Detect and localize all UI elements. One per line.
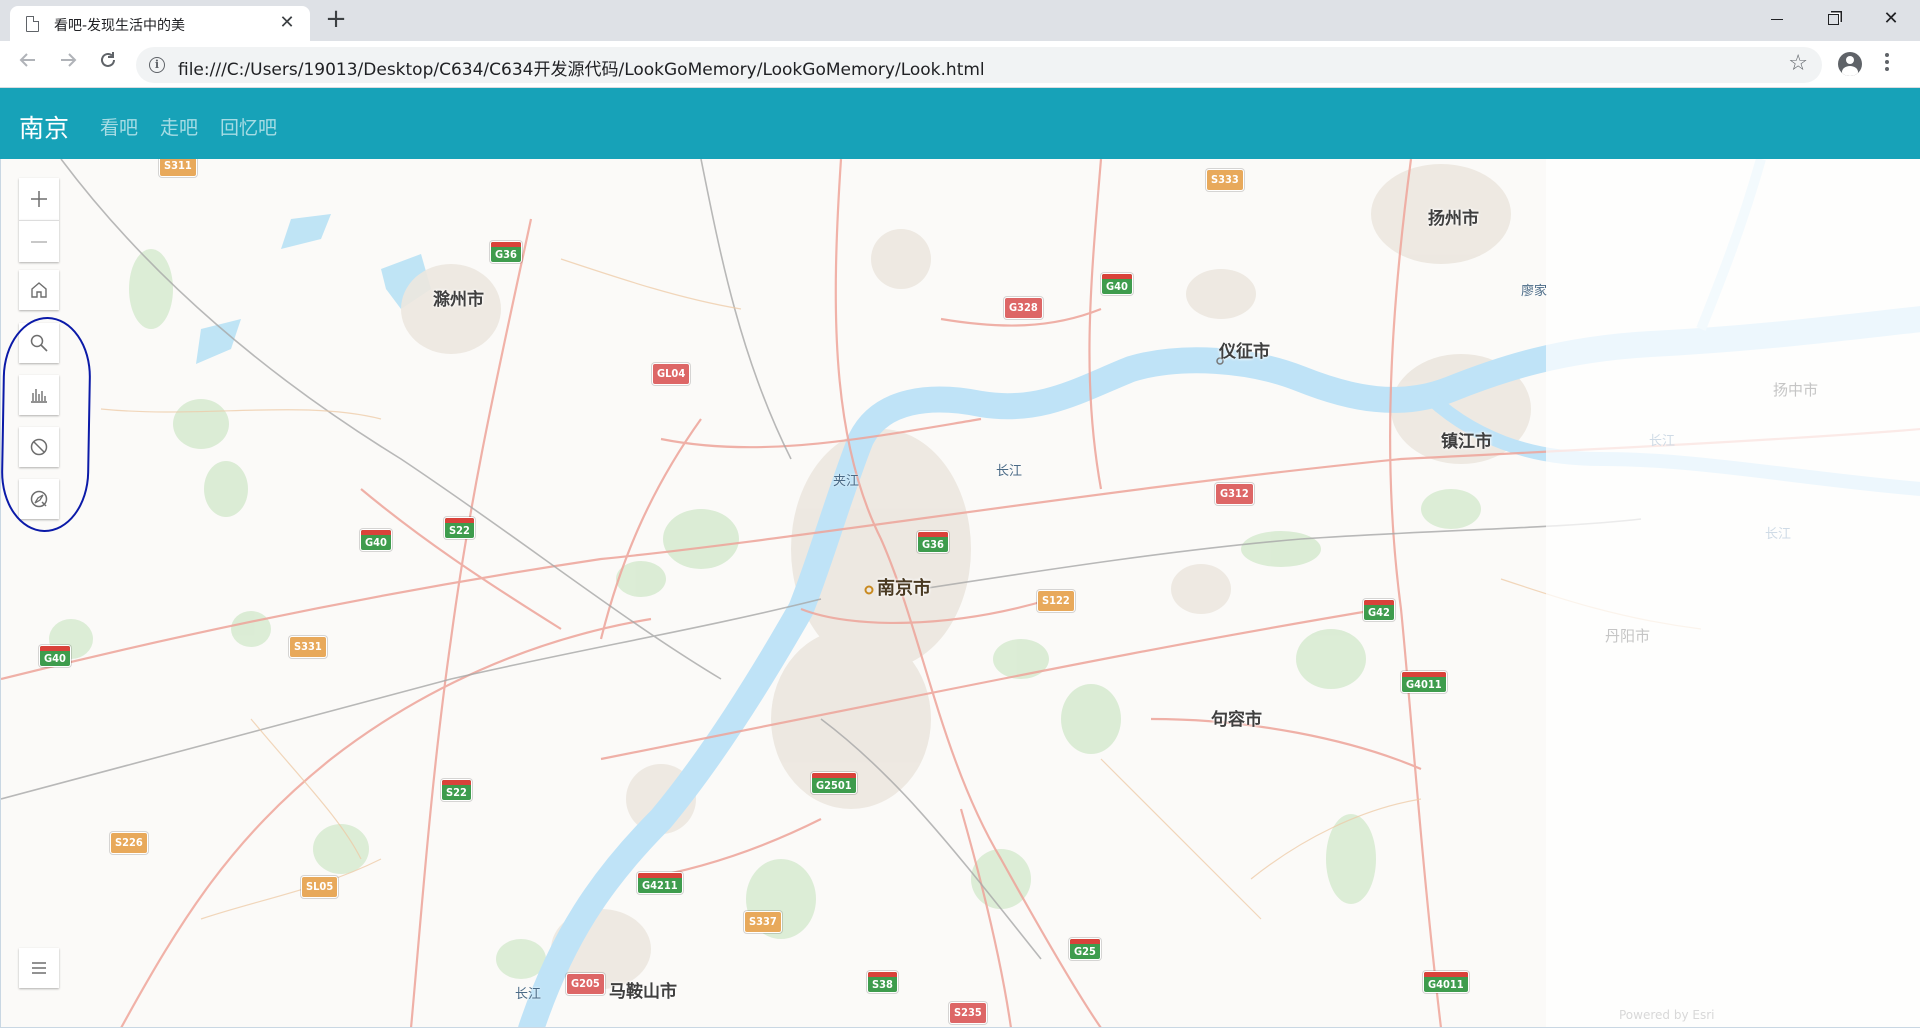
river-label-changjiang: 长江 <box>996 464 1023 479</box>
list-icon <box>32 962 46 974</box>
map-fade-overlay <box>1546 159 1920 1027</box>
home-button[interactable] <box>19 270 59 310</box>
minimize-icon <box>1771 18 1783 20</box>
new-tab-button[interactable]: + <box>322 6 350 34</box>
tab-title: 看吧-发现生活中的美 <box>54 18 186 34</box>
zoom-in-button[interactable] <box>19 178 59 220</box>
highway-shield: GL04 <box>652 363 691 385</box>
highlight-annotation <box>0 316 92 533</box>
highway-shield: G312 <box>1215 483 1254 505</box>
highway-shield: S38 <box>867 971 898 993</box>
highway-shield: G4011 <box>1423 971 1469 993</box>
city-label-chuzhou: 滁州市 <box>433 290 484 310</box>
highway-shield: S311 <box>159 159 197 177</box>
river-label-changjiang: 长江 <box>1649 434 1676 449</box>
highway-shield: S235 <box>949 1002 987 1024</box>
address-bar[interactable]: i file:///C:/Users/19013/Desktop/C634/C6… <box>136 47 1822 83</box>
city-label-yizheng: 仪征市 <box>1219 342 1270 362</box>
highway-shield: S331 <box>289 636 327 658</box>
highway-shield: G42 <box>1363 599 1395 621</box>
highway-shield: S333 <box>1206 169 1244 191</box>
highway-shield: G328 <box>1004 297 1043 319</box>
city-label-danyang: 丹阳市 <box>1605 627 1651 645</box>
highway-shield: G40 <box>39 645 71 667</box>
home-icon <box>31 282 47 298</box>
tab-close-icon[interactable]: ✕ <box>276 12 298 34</box>
layer-list-button[interactable] <box>19 948 59 988</box>
app-header: 南京 看吧 走吧 回忆吧 <box>0 88 1920 159</box>
river-label-changjiang: 长江 <box>515 987 542 1002</box>
highway-shield: G205 <box>566 973 605 995</box>
reload-button[interactable] <box>92 49 124 81</box>
city-label-jurong: 句容市 <box>1211 710 1262 730</box>
bookmark-star-icon[interactable]: ☆ <box>1788 51 1808 76</box>
highway-shield: G25 <box>1069 938 1101 960</box>
city-label-zhenjiang: 镇江市 <box>1441 432 1492 452</box>
info-icon[interactable]: i <box>149 57 165 73</box>
zoom-out-button[interactable] <box>19 220 59 262</box>
minimize-button[interactable] <box>1750 2 1804 38</box>
highway-shield: S337 <box>744 911 782 933</box>
restore-icon <box>1827 13 1839 25</box>
url-text[interactable]: file:///C:/Users/19013/Desktop/C634/C634… <box>178 55 985 80</box>
arrow-right-icon <box>61 53 77 67</box>
back-button[interactable] <box>12 49 44 81</box>
city-label-yangzhong: 扬中市 <box>1773 381 1819 399</box>
browser-menu-icon[interactable] <box>1884 51 1890 77</box>
esri-attribution[interactable]: Powered by Esri <box>1619 1008 1714 1022</box>
arrow-left-icon <box>19 53 35 67</box>
city-label-nanjing: 南京市 <box>877 578 931 599</box>
browser-tab-bar: 看吧-发现生活中的美 ✕ + ✕ <box>0 0 1920 41</box>
highway-shield: G36 <box>490 241 522 263</box>
city-brand[interactable]: 南京 <box>19 109 69 145</box>
river-label-jiajiang: 夹江 <box>833 474 860 489</box>
highway-shield: G40 <box>360 529 392 551</box>
plus-icon <box>31 191 47 207</box>
page-icon <box>26 16 39 32</box>
city-label-maanshan: 马鞍山市 <box>609 982 677 1002</box>
nav-link-go[interactable]: 走吧 <box>160 113 198 140</box>
browser-toolbar: i file:///C:/Users/19013/Desktop/C634/C6… <box>0 41 1920 88</box>
highway-shield: S22 <box>444 517 475 539</box>
reload-icon <box>101 52 115 67</box>
highway-shield: G4211 <box>637 872 683 894</box>
highway-shield: S226 <box>110 832 148 854</box>
highway-shield: SL05 <box>301 876 339 898</box>
browser-tab[interactable]: 看吧-发现生活中的美 ✕ <box>10 6 310 41</box>
restore-button[interactable] <box>1806 2 1860 38</box>
highway-shield: G4011 <box>1401 671 1447 693</box>
highway-shield: G40 <box>1101 273 1133 295</box>
highway-shield: S122 <box>1037 590 1075 612</box>
forward-button[interactable] <box>52 49 84 81</box>
river-label-changjiang: 长江 <box>1765 527 1792 542</box>
highway-shield: G36 <box>917 531 949 553</box>
account-icon[interactable] <box>1838 52 1862 76</box>
nav-link-memory[interactable]: 回忆吧 <box>220 113 277 140</box>
minus-icon <box>31 240 47 243</box>
nav-link-look[interactable]: 看吧 <box>100 113 138 140</box>
close-window-button[interactable]: ✕ <box>1864 2 1918 38</box>
highway-shield: S22 <box>441 779 472 801</box>
city-label-yangzhou: 扬州市 <box>1428 209 1479 229</box>
place-label-liaojia: 廖家 <box>1521 284 1548 299</box>
map-view[interactable]: 滁州市 南京市 扬州市 仪征市 镇江市 句容市 马鞍山市 扬中市 丹阳市 廖家 … <box>0 159 1920 1028</box>
highway-shield: G2501 <box>811 772 857 794</box>
